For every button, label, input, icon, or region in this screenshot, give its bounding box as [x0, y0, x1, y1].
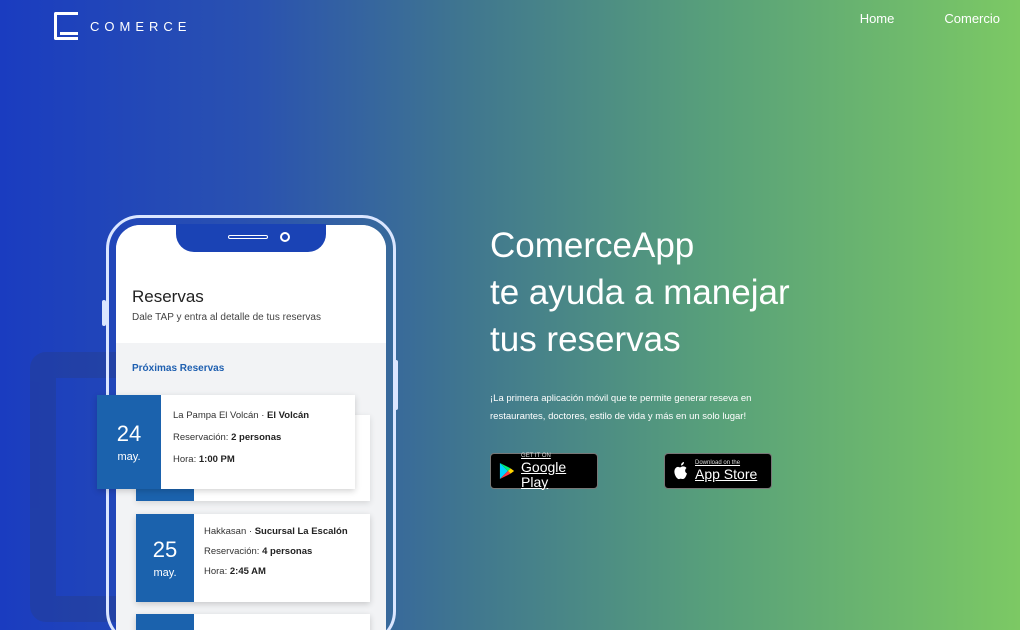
google-play-icon — [499, 462, 515, 480]
reservation-guests: 4 personas — [262, 546, 313, 557]
reservation-guests-label: Reservación: — [204, 546, 260, 557]
reservation-time-label: Hora: — [204, 566, 228, 577]
hero-description: ¡La primera aplicación móvil que te perm… — [490, 393, 752, 422]
app-store-button[interactable]: Download on the App Store — [664, 453, 772, 489]
screen-subtitle: Dale TAP y entra al detalle de tus reser… — [132, 312, 321, 323]
reservation-day: 24 — [116, 421, 142, 446]
reservation-day: 25 — [152, 537, 178, 562]
reservation-card[interactable] — [136, 614, 370, 630]
hero-title-line: ComerceApp — [490, 226, 695, 265]
reservation-date: 24 may. — [97, 395, 161, 489]
reservation-month: may. — [117, 451, 141, 463]
reservation-branch: Sucursal La Escalón — [254, 526, 348, 537]
google-play-button[interactable]: GET IT ON Google Play — [490, 453, 598, 489]
reservation-branch: El Volcán — [267, 410, 310, 421]
speaker-icon — [228, 235, 268, 239]
logo-mark-icon — [54, 12, 82, 40]
nav-comercio-link[interactable]: Comercio — [944, 11, 1000, 26]
reservation-place: Hakkasan — [204, 526, 247, 537]
logo-text: COMERCE — [90, 18, 192, 34]
top-nav: Home Comercio — [860, 11, 1000, 26]
reservation-guests: 2 personas — [231, 432, 282, 443]
apple-icon — [674, 462, 687, 480]
reservation-date: 25 may. — [136, 514, 194, 602]
hero-title: ComerceApp te ayuda a manejar tus reserv… — [490, 222, 790, 363]
logo[interactable]: COMERCE — [54, 12, 191, 40]
phone-button — [394, 360, 398, 410]
reservation-time: 2:45 AM — [229, 566, 266, 577]
reservation-info: La Pampa El Volcán · El Volcán Reservaci… — [173, 410, 310, 465]
google-play-big-text: Google Play — [521, 458, 567, 490]
reservation-time: 1:00 PM — [198, 454, 235, 465]
nav-home-link[interactable]: Home — [860, 11, 895, 26]
screen-title: Reservas — [132, 287, 204, 306]
phone-button — [102, 300, 106, 326]
reservation-info: Hakkasan · Sucursal La Escalón Reservaci… — [204, 526, 348, 577]
reservation-card[interactable]: 25 may. Hakkasan · Sucursal La Escalón R… — [136, 514, 370, 602]
reservation-card[interactable]: 24 may. La Pampa El Volcán · El Volcán R… — [97, 395, 355, 489]
app-store-big-text: App Store — [695, 466, 758, 482]
hero-title-line: tus reservas — [490, 320, 681, 359]
camera-icon — [280, 232, 290, 242]
reservation-month: may. — [153, 567, 177, 579]
section-label: Próximas Reservas — [132, 363, 225, 374]
reservation-time-label: Hora: — [173, 454, 197, 465]
reservation-place: La Pampa El Volcán — [173, 410, 259, 421]
hero-title-line: te ayuda a manejar — [490, 273, 790, 312]
reservation-date — [136, 614, 194, 630]
reservation-guests-label: Reservación: — [173, 432, 229, 443]
